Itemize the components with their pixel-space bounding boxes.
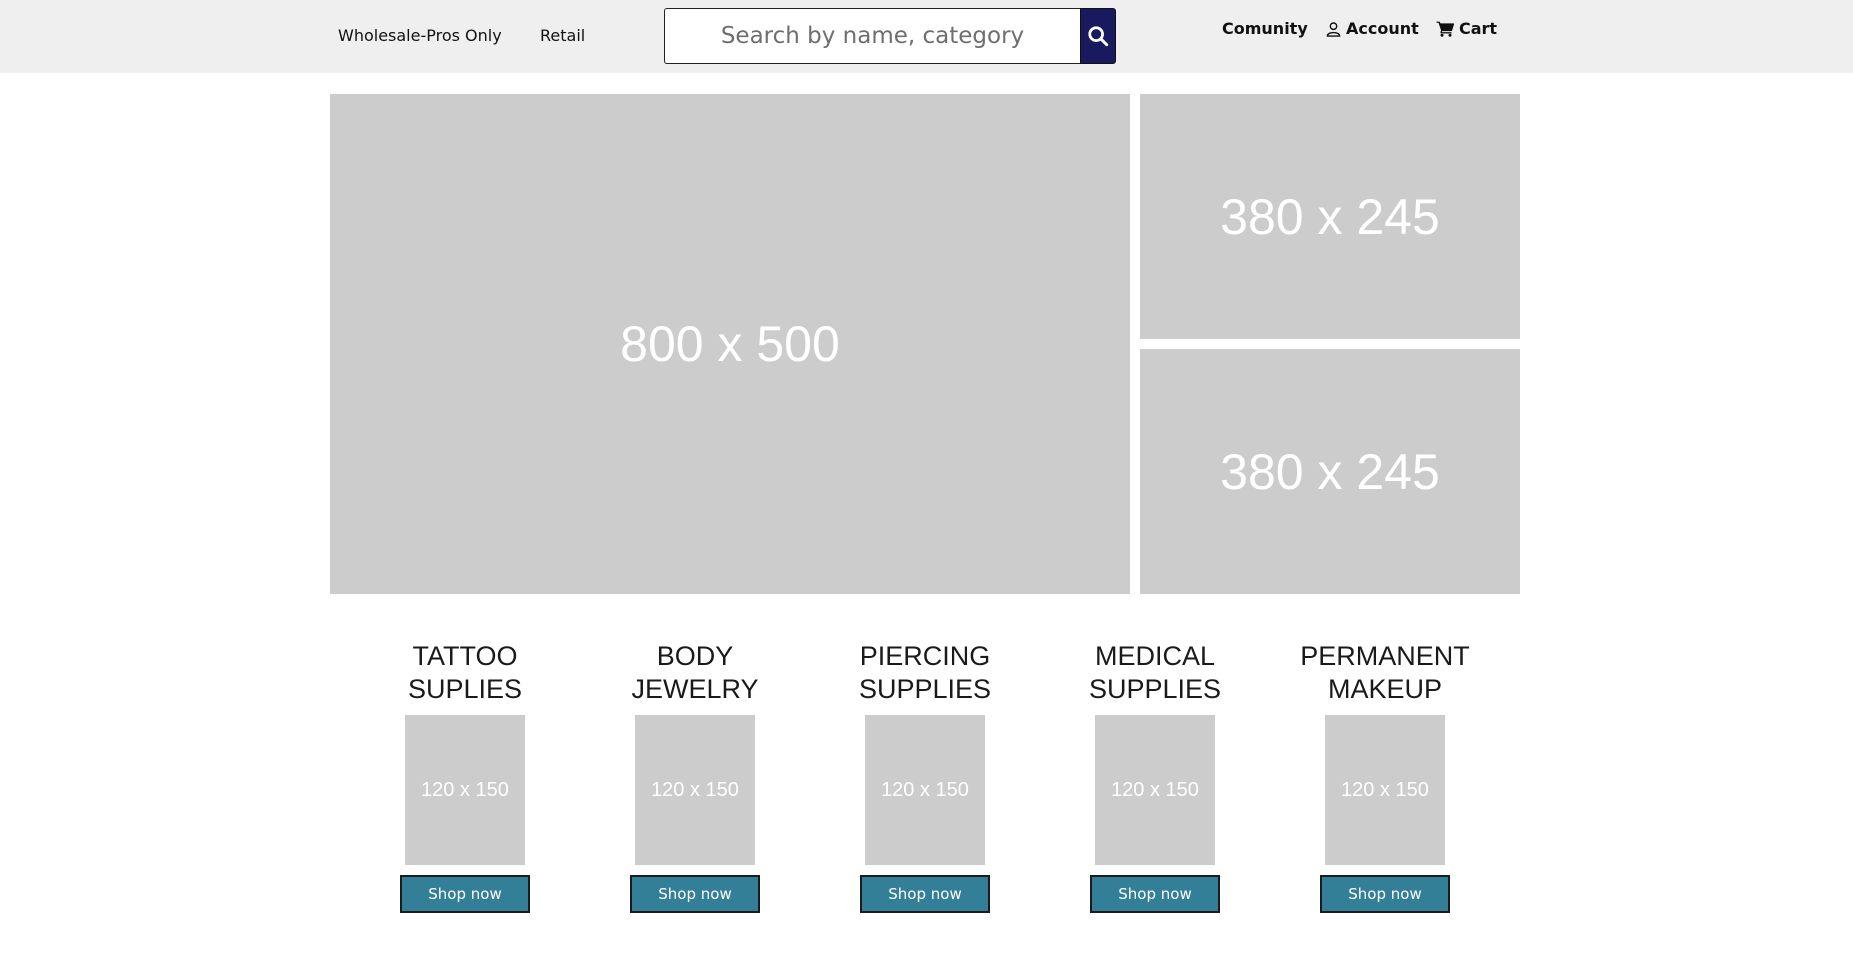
category-title: TATTOO SUPLIES [408, 640, 522, 712]
user-icon [1326, 21, 1341, 37]
category-image-label: 120 x 150 [651, 778, 739, 801]
category-title-line1: PERMANENT [1300, 641, 1470, 671]
category-image[interactable]: 120 x 150 [1095, 715, 1215, 865]
category-title-line1: MEDICAL [1094, 641, 1216, 671]
shop-now-button[interactable]: Shop now [400, 875, 530, 913]
category-image[interactable]: 120 x 150 [405, 715, 525, 865]
hero-banner-side-top-label: 380 x 245 [1220, 188, 1440, 245]
category-title-line1: PIERCING [859, 641, 991, 671]
category-title-line2: MAKEUP [1327, 674, 1442, 704]
category-title-line1: BODY [656, 641, 734, 671]
hero-banner-main-label: 800 x 500 [620, 316, 840, 372]
nav-link-wholesale[interactable]: Wholesale-Pros Only [338, 26, 502, 45]
category-title-line2: SUPPLIES [858, 674, 992, 704]
category-image-label: 120 x 150 [421, 778, 509, 801]
category-title: PIERCING SUPPLIES [859, 640, 991, 712]
category-card-medical: MEDICAL SUPPLIES 120 x 150 Shop now [1055, 640, 1255, 913]
category-title-line2: SUPLIES [407, 674, 523, 704]
nav-link-retail[interactable]: Retail [540, 26, 585, 45]
community-label: Comunity [1222, 19, 1308, 38]
category-title-line2: SUPPLIES [1088, 674, 1222, 704]
search-icon [1088, 26, 1109, 47]
hero-banner-main[interactable]: 800 x 500 [330, 94, 1130, 594]
search-button[interactable] [1080, 8, 1116, 64]
shop-now-button[interactable]: Shop now [860, 875, 990, 913]
search-input[interactable] [664, 8, 1080, 64]
community-link[interactable]: Comunity [1222, 19, 1308, 38]
category-card-permanent-makeup: PERMANENT MAKEUP 120 x 150 Shop now [1285, 640, 1485, 913]
category-card-tattoo: TATTOO SUPLIES 120 x 150 Shop now [365, 640, 565, 913]
shop-now-button[interactable]: Shop now [1320, 875, 1450, 913]
category-image-label: 120 x 150 [1111, 778, 1199, 801]
category-image[interactable]: 120 x 150 [865, 715, 985, 865]
category-title: MEDICAL SUPPLIES [1089, 640, 1221, 712]
category-title: PERMANENT MAKEUP [1300, 640, 1470, 712]
cart-link[interactable]: Cart [1436, 19, 1497, 38]
category-image[interactable]: 120 x 150 [1325, 715, 1445, 865]
shop-now-button[interactable]: Shop now [1090, 875, 1220, 913]
shop-now-button[interactable]: Shop now [630, 875, 760, 913]
cart-icon [1436, 21, 1454, 37]
category-card-body-jewelry: BODY JEWELRY 120 x 150 Shop now [595, 640, 795, 913]
cart-label: Cart [1459, 19, 1498, 38]
category-image[interactable]: 120 x 150 [635, 715, 755, 865]
top-navigation-bar: Wholesale-Pros Only Retail Comunity Acco… [0, 0, 1853, 73]
hero-banner-side-bottom[interactable]: 380 x 245 [1140, 349, 1520, 594]
hero-banner-side-bottom-label: 380 x 245 [1220, 443, 1440, 500]
category-title-line2: JEWELRY [631, 674, 759, 704]
category-title-line1: TATTOO [412, 641, 518, 671]
category-image-label: 120 x 150 [1341, 778, 1429, 801]
account-link[interactable]: Account [1326, 19, 1419, 38]
category-title: BODY JEWELRY [631, 640, 758, 712]
category-image-label: 120 x 150 [881, 778, 969, 801]
search-bar [664, 8, 1116, 64]
category-card-piercing: PIERCING SUPPLIES 120 x 150 Shop now [825, 640, 1025, 913]
account-label: Account [1346, 19, 1419, 38]
hero-banner-side-top[interactable]: 380 x 245 [1140, 94, 1520, 339]
